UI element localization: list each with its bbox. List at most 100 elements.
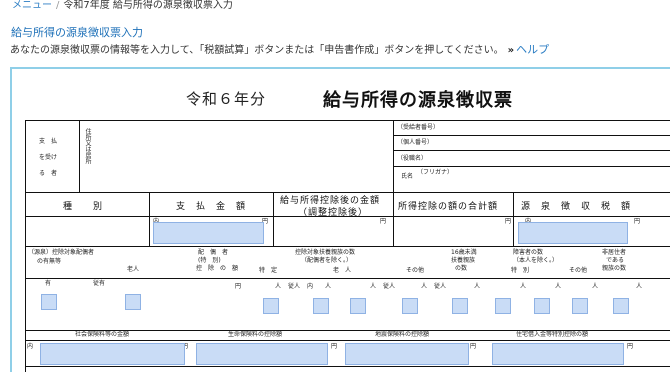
breadcrumb-current: 令和7年度 給与所得の源泉徴収票入力 [63, 0, 233, 11]
yes-label: 有 [45, 280, 52, 287]
payer-label-1: 支 払 [39, 138, 58, 145]
spouse-label: （源泉）控除対象配偶者 [28, 249, 95, 256]
under16-count-input[interactable] [452, 298, 468, 314]
help-link[interactable]: ヘルプ [516, 44, 549, 56]
specific-label: 特 定 [259, 267, 278, 274]
elderly-label: 老人 [127, 266, 140, 273]
yen-mark: 円 [505, 218, 512, 225]
instruction-text: あなたの源泉徴収票の情報等を入力して、「税額試算」ボタンまたは「申告書作成」ボタ… [10, 44, 666, 58]
spouse-yes-checkbox[interactable] [41, 294, 57, 310]
uchi-mark: 内 [307, 283, 314, 290]
person-mark: 人 [555, 283, 562, 290]
person-mark: 人 [370, 283, 377, 290]
grid-line [25, 278, 670, 279]
nonresident-count-input[interactable] [613, 298, 629, 314]
spouse-label-2: の有無等 [37, 258, 62, 265]
spouse-deduction-label-2: (特 別) [198, 257, 221, 264]
other2-label: その他 [569, 267, 588, 274]
uchi-mark: 内 [27, 343, 34, 350]
header-adjusted: （調整控除後） [298, 208, 369, 218]
grid-line [25, 246, 670, 247]
elderly-count-input[interactable] [313, 298, 329, 314]
name-label: 氏名 [401, 173, 414, 180]
grid-line [513, 192, 514, 246]
payment-amount-input[interactable] [153, 222, 264, 244]
address-label: 住所又は居所 [84, 128, 91, 164]
spouse-deduction-label-1: 配 偶 者 [198, 249, 229, 256]
header-withholding: 源 泉 徴 収 税 額 [521, 202, 632, 212]
earthquake-insurance-label: 地震保険料の控除額 [375, 331, 430, 338]
grid-line [393, 150, 670, 151]
social-insurance-label: 社会保険料等の金額 [75, 331, 130, 338]
special-disabled-2-input[interactable] [534, 298, 550, 314]
header-deduction-total: 所得控除の額の合計額 [398, 202, 499, 212]
grid-line [25, 120, 670, 121]
header-payment: 支 払 金 額 [176, 202, 247, 212]
instruction-body: あなたの源泉徴収票の情報等を入力して、「税額試算」ボタンまたは「申告書作成」ボタ… [10, 45, 504, 56]
nonresident-label-1: 非居住者 [602, 249, 627, 256]
form-title: 給与所得の源泉徴収票 [323, 90, 513, 111]
jun-mark: 従人 [434, 283, 447, 290]
person-mark: 人 [592, 283, 599, 290]
life-insurance-input[interactable] [196, 343, 328, 365]
housing-loan-input[interactable] [492, 343, 624, 365]
special-disabled-input[interactable] [495, 298, 511, 314]
social-insurance-input[interactable] [40, 343, 185, 365]
under16-label-1: 16歳未満 [451, 249, 477, 256]
elderly2-label: 老 人 [333, 267, 352, 274]
yen-mark: 円 [380, 218, 387, 225]
grid-line [393, 192, 394, 246]
grid-line [149, 192, 150, 246]
dependents-label-1: 控除対象扶養親族の数 [295, 249, 356, 256]
person-mark: 人 [325, 283, 332, 290]
housing-loan-label: 住宅借入金等特別控除の額 [516, 331, 589, 338]
withholding-tax-input[interactable] [518, 222, 628, 244]
nonresident-label-2: である [606, 257, 624, 264]
other-count-input[interactable] [402, 298, 418, 314]
grid-line [25, 366, 670, 367]
person-mark: 人 [636, 283, 643, 290]
other-disabled-input[interactable] [572, 298, 588, 314]
yen-mark: 円 [331, 343, 338, 350]
elderly-checkbox[interactable] [125, 294, 141, 310]
special-label: 特 別 [511, 267, 530, 274]
person-mark: 人 [474, 283, 481, 290]
personal-no-label: （個人番号） [397, 139, 434, 146]
spouse-deduction-label-3: 控 除 の 額 [196, 265, 239, 272]
recipient-no-label: （受給者番号） [397, 124, 440, 131]
jun-mark: 従人 [383, 283, 396, 290]
grid-line [393, 120, 394, 192]
grid-line [25, 120, 26, 372]
yen-mark: 円 [634, 218, 641, 225]
other-label: その他 [406, 267, 425, 274]
payer-label-3: る 者 [39, 170, 58, 177]
furigana-label: （フリガナ） [417, 169, 454, 176]
under16-label-2: 扶養親族 [451, 257, 476, 264]
grid-line [273, 192, 274, 246]
breadcrumb: メニュー / 令和7年度 給与所得の源泉徴収票入力 [12, 0, 233, 14]
yen-mark: 円 [470, 343, 477, 350]
grid-line [393, 135, 670, 136]
yen-mark: 円 [627, 343, 634, 350]
yen-mark: 円 [235, 283, 242, 290]
breadcrumb-menu-link[interactable]: メニュー [12, 0, 52, 11]
person-mark: 人 [520, 283, 527, 290]
disabled-label-2: （本人を除く。） [513, 257, 559, 264]
disabled-label-1: 障害者の数 [513, 249, 544, 256]
elderly-jun-count-input[interactable] [350, 298, 366, 314]
form-title-year: 令和６年分 [186, 90, 267, 108]
person-mark: 人 [421, 283, 428, 290]
breadcrumb-separator: / [56, 0, 60, 11]
payer-label-2: を受け [39, 154, 58, 161]
section-title: 給与所得の源泉徴収票入力 [11, 26, 143, 39]
grid-line [393, 166, 670, 167]
grid-line [79, 120, 80, 192]
jukei-label: 従有 [93, 280, 106, 287]
specific-count-input[interactable] [263, 298, 279, 314]
dependents-label-2: （配偶者を除く。） [301, 257, 353, 264]
person-mark: 人 [275, 283, 282, 290]
earthquake-insurance-input[interactable] [345, 343, 469, 365]
help-arrow-icon: » [507, 45, 515, 56]
nonresident-label-3: 親族の数 [602, 265, 627, 272]
under16-label-3: の数 [455, 265, 468, 272]
